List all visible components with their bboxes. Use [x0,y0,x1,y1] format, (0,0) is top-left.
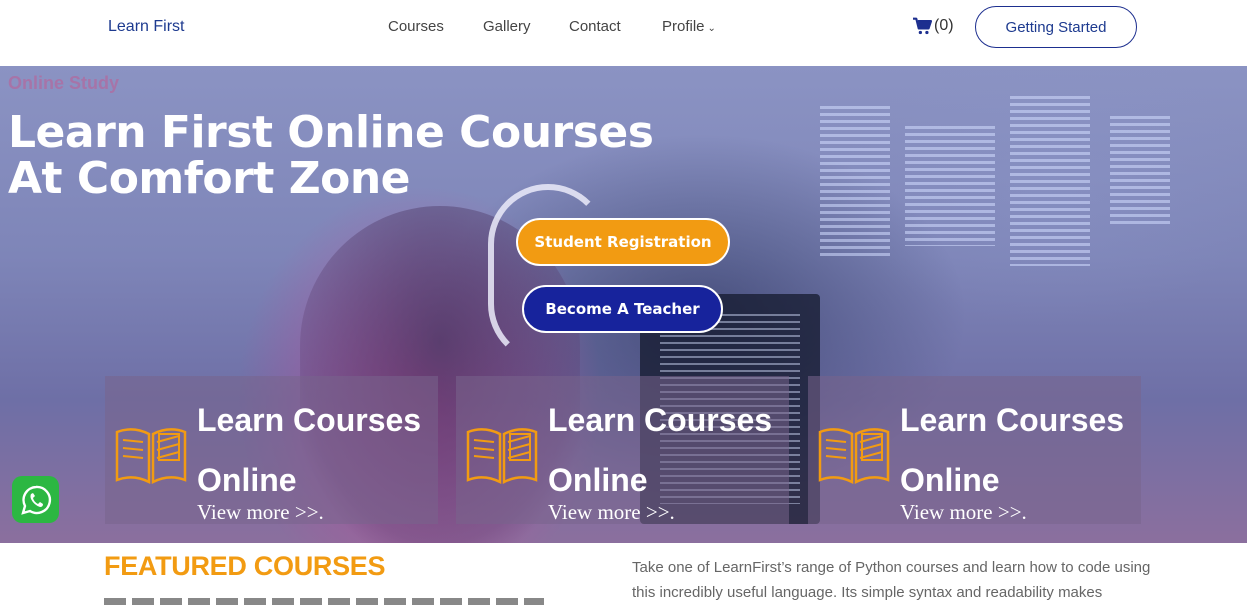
nav-profile-label: Profile [662,18,705,35]
whatsapp-icon [20,485,51,515]
open-book-icon [818,428,890,485]
getting-started-button[interactable]: Getting Started [975,6,1137,48]
hero-eyebrow: Online Study [8,73,120,93]
cart-count: (0) [934,17,954,34]
feature-card: Learn Courses Online View more >>. [456,376,789,524]
shopping-cart-icon [913,17,932,35]
background-code [905,126,995,246]
student-registration-button[interactable]: Student Registration [516,218,730,266]
card-title: Learn Courses Online [197,402,422,498]
chevron-down-icon: ⌄ [707,23,716,34]
featured-courses-heading: FEATURED COURSES [104,551,386,581]
card-view-more-link[interactable]: View more >>. [900,500,1027,525]
whatsapp-chat-button[interactable] [12,476,59,523]
nav-courses[interactable]: Courses [388,18,444,35]
hero-headline-line2: At Comfort Zone [8,153,411,204]
cart-button[interactable]: (0) [912,17,954,35]
nav-profile-dropdown[interactable]: Profile ⌄ [662,18,716,35]
nav-contact[interactable]: Contact [569,18,621,35]
site-header: Learn First Courses Gallery Contact Prof… [0,0,1249,66]
nav-gallery[interactable]: Gallery [483,18,531,35]
hero-section: Online Study Learn First Online Courses … [0,66,1247,543]
brand-logo-link[interactable]: Learn First [108,18,184,36]
background-code [1110,116,1170,226]
background-code [820,106,890,256]
open-book-icon [466,428,538,485]
hero-headline: Learn First Online Courses At Comfort Zo… [8,107,654,204]
feature-card: Learn Courses Online View more >>. [808,376,1141,524]
cropped-text-line [104,598,544,605]
background-code [1010,96,1090,266]
background-headphones [488,184,608,364]
card-title: Learn Courses Online [900,402,1125,498]
hero-headline-line1: Learn First Online Courses [8,107,654,158]
card-title: Learn Courses Online [548,402,773,498]
card-view-more-link[interactable]: View more >>. [197,500,324,525]
become-teacher-button[interactable]: Become A Teacher [522,285,723,333]
open-book-icon [115,428,187,485]
feature-card: Learn Courses Online View more >>. [105,376,438,524]
featured-description: Take one of LearnFirst’s range of Python… [632,559,1151,601]
card-view-more-link[interactable]: View more >>. [548,500,675,525]
